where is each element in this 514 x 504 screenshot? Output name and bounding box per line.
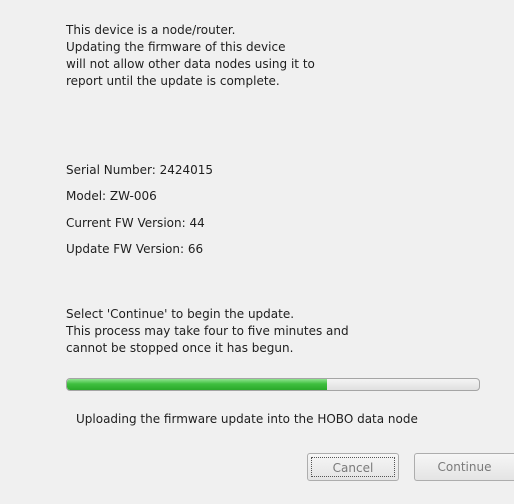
update-instructions-text: Select 'Continue' to begin the update. T…	[66, 307, 349, 355]
cancel-button[interactable]: Cancel	[307, 453, 399, 481]
router-warning-text: This device is a node/router. Updating t…	[66, 23, 315, 88]
upload-progress-fill	[67, 379, 327, 390]
serial-number-label: Serial Number: 2424015	[66, 163, 214, 177]
firmware-update-dialog: This device is a node/router. Updating t…	[0, 0, 514, 504]
upload-status-text: Uploading the firmware update into the H…	[76, 412, 418, 426]
upload-progress-bar	[66, 378, 480, 391]
cancel-button-label: Cancel	[311, 457, 395, 477]
current-fw-version-label: Current FW Version: 44	[66, 216, 205, 230]
model-label: Model: ZW-006	[66, 189, 157, 203]
continue-button[interactable]: Continue	[414, 453, 514, 481]
update-fw-version-label: Update FW Version: 66	[66, 242, 204, 256]
